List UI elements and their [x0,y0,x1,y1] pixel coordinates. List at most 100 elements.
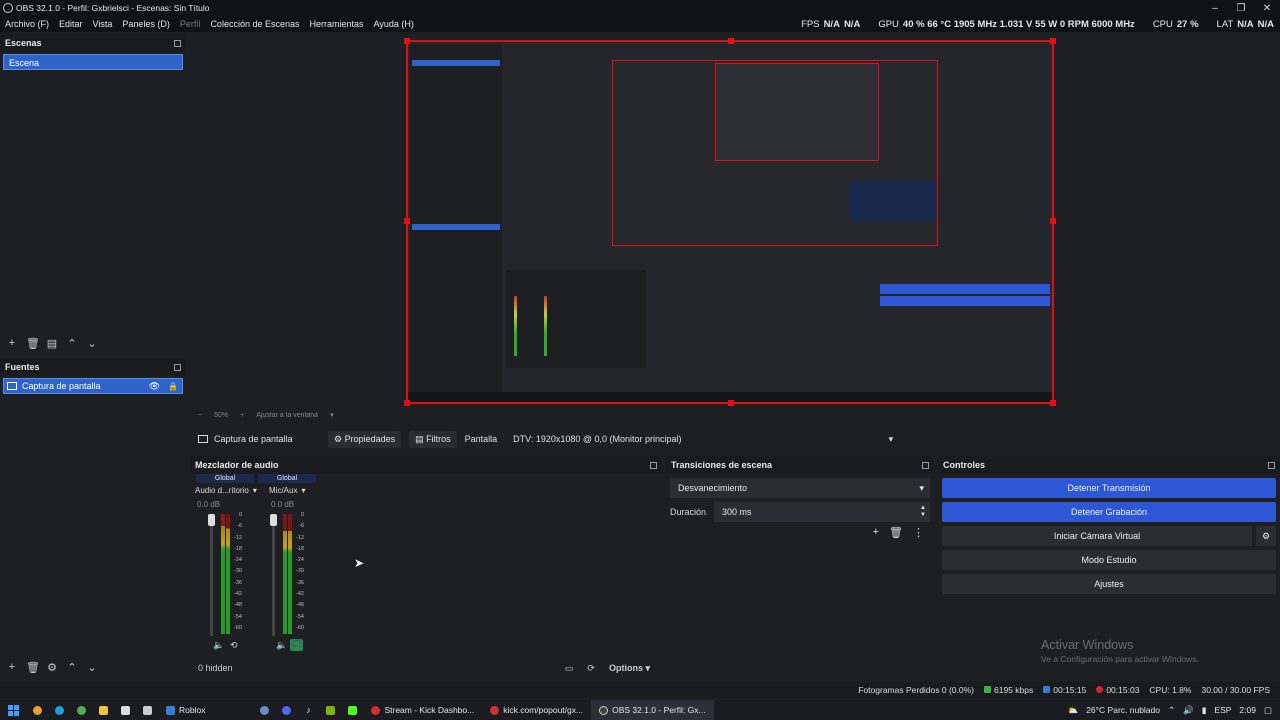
folder-icon[interactable] [92,700,114,720]
properties-button[interactable]: ⚙ Propiedades [328,430,402,448]
channel-2-name[interactable]: Mic/Aux ▾ [269,486,305,495]
scene-item[interactable]: Escena [3,54,183,70]
channel-2-fader-knob[interactable] [270,514,277,526]
remove-transition-icon[interactable]: 🗑 [889,526,903,539]
windows-start-icon[interactable] [0,700,26,720]
headphones-icon[interactable]: 🎧 [290,639,303,651]
settings-button[interactable]: Ajustes [942,574,1276,594]
filters-button[interactable]: ▤ Filtros [409,430,457,448]
taskbar-app-stream-kick[interactable]: Stream - Kick Dashbo... [363,700,482,720]
taskbar-app-roblox[interactable]: Roblox [158,700,213,720]
more-icon[interactable]: ⋮ [913,526,924,539]
close-icon[interactable]: ✕ [1254,0,1280,16]
source-settings-gear-icon[interactable]: ⚙ [46,661,58,674]
channel-1-name[interactable]: Audio d...ritorio ▾ [195,486,257,495]
source-item[interactable]: Captura de pantalla 👁 🔒 [3,378,183,394]
undock-icon[interactable] [174,39,181,47]
tiktok-icon[interactable]: ♪ [297,700,319,720]
taskbar-app-obs[interactable]: OBS 32.1.0 - Perfil: Gx... [591,700,714,720]
menu-editar[interactable]: Editar [54,19,88,29]
transitions-header: Transiciones de escena [666,456,934,474]
stop-recording-button[interactable]: Detener Grabación [942,502,1276,522]
add-source-icon[interactable]: + [6,661,18,673]
monitor-off-icon[interactable]: ⟲ [230,640,238,651]
zoom-in-icon[interactable]: + [240,412,244,419]
menu-archivo[interactable]: Archivo (F) [0,19,54,29]
move-up-icon[interactable]: ⌃ [66,337,78,350]
undock-icon[interactable] [922,461,929,469]
screen-select[interactable]: DTV: 1920x1080 @ 0,0 (Monitor principal)… [513,434,897,445]
lock-icon[interactable]: 🔒 [168,382,178,391]
mail-icon[interactable] [136,700,158,720]
minimize-icon[interactable]: – [1202,0,1228,16]
chevron-down-icon[interactable]: ▾ [330,411,334,419]
tray-chevron-up-icon[interactable]: ⌃ [1168,705,1175,716]
clock[interactable]: 2:09 [1239,705,1256,715]
preview-canvas[interactable] [404,38,1056,406]
stop-stream-button[interactable]: Detener Transmisión [942,478,1276,498]
menu-ayuda[interactable]: Ayuda (H) [369,19,419,29]
controls-header: Controles [938,456,1280,474]
remove-source-icon[interactable]: 🗑 [26,661,40,674]
undock-icon[interactable] [650,461,657,469]
language-indicator[interactable]: ESP [1214,705,1231,715]
menu-paneles[interactable]: Paneles (D) [117,19,175,29]
taskbar-app-kick-popout[interactable]: kick.com/popout/gx... [482,700,591,720]
nvidia-icon[interactable] [319,700,341,720]
duration-input[interactable]: 300 ms ▲ ▼ [714,502,930,522]
duration-label: Duración [670,507,707,517]
kick-icon[interactable] [341,700,363,720]
volume-icon[interactable]: 🔈 [213,640,224,651]
filter-icon[interactable]: ▤ [46,337,58,350]
fps-status: 30.00 / 30.00 FPS [1201,685,1270,695]
window-title: OBS 32.1.0 - Perfil: Gxbrielsci - Escena… [16,3,210,13]
menu-perfil[interactable]: Perfil [175,19,206,29]
menu-herramientas[interactable]: Herramientas [305,19,369,29]
channel-1-fader[interactable] [210,518,213,636]
link-icon[interactable]: ⟳ [587,663,595,674]
undock-icon[interactable] [174,363,181,371]
zoom-out-icon[interactable]: − [198,412,202,419]
store-icon[interactable] [114,700,136,720]
add-transition-icon[interactable]: + [873,526,879,539]
channel-2-meter [283,514,287,634]
move-up-icon[interactable]: ⌃ [66,661,78,674]
chrome-icon[interactable] [70,700,92,720]
options-button[interactable]: Options ▾ [609,663,650,674]
start-virtual-camera-button[interactable]: Iniciar Cámara Virtual [942,526,1252,546]
virtual-camera-gear-icon[interactable]: ⚙ [1256,526,1276,546]
weather-text[interactable]: 26°C Parc. nublado [1086,705,1160,715]
undock-icon[interactable] [1268,461,1275,469]
notification-icon[interactable]: ▢ [1264,705,1272,716]
add-scene-icon[interactable]: + [6,337,18,349]
edge-icon[interactable] [48,700,70,720]
channel-1-fader-knob[interactable] [208,514,215,526]
roblox-icon [166,705,175,715]
audio-mixer-dock: Mezclador de audio Global Audio d...rito… [190,456,662,678]
menu-vista[interactable]: Vista [88,19,118,29]
watermark-line2: Ve a Configuración para activar Windows. [1041,654,1199,664]
move-down-icon[interactable]: ⌄ [86,337,98,350]
restore-icon[interactable]: ❐ [1228,0,1254,16]
visibility-eye-icon[interactable]: 👁 [149,381,160,392]
remove-scene-icon[interactable]: 🗑 [26,337,40,350]
menu-coleccion-escenas[interactable]: Colección de Escenas [205,19,304,29]
discord-icon[interactable] [275,700,297,720]
weather-icon[interactable]: ⛅ [1068,705,1079,716]
battery-icon[interactable]: ▮ [1202,705,1207,716]
channel-2-fader[interactable] [272,518,275,636]
chevron-down-icon: ▾ [888,433,894,444]
move-down-icon[interactable]: ⌄ [86,661,98,674]
spin-icon[interactable]: ▲ ▼ [920,505,926,519]
layout-icon[interactable]: ▭ [565,663,574,674]
channel-1-label: Audio d...ritorio [195,486,249,495]
transition-select[interactable]: Desvanecimiento ▾ [670,478,930,498]
steam-icon[interactable] [253,700,275,720]
volume-icon[interactable]: 🔈 [276,640,287,651]
browser-icon[interactable] [26,700,48,720]
fit-to-window[interactable]: Ajustar a la ventana [256,412,318,419]
taskbar-app-label: OBS 32.1.0 - Perfil: Gx... [612,705,706,715]
volume-icon[interactable]: 🔊 [1183,705,1194,716]
fps-value-2: N/A [843,18,861,30]
studio-mode-button[interactable]: Modo Estudio [942,550,1276,570]
